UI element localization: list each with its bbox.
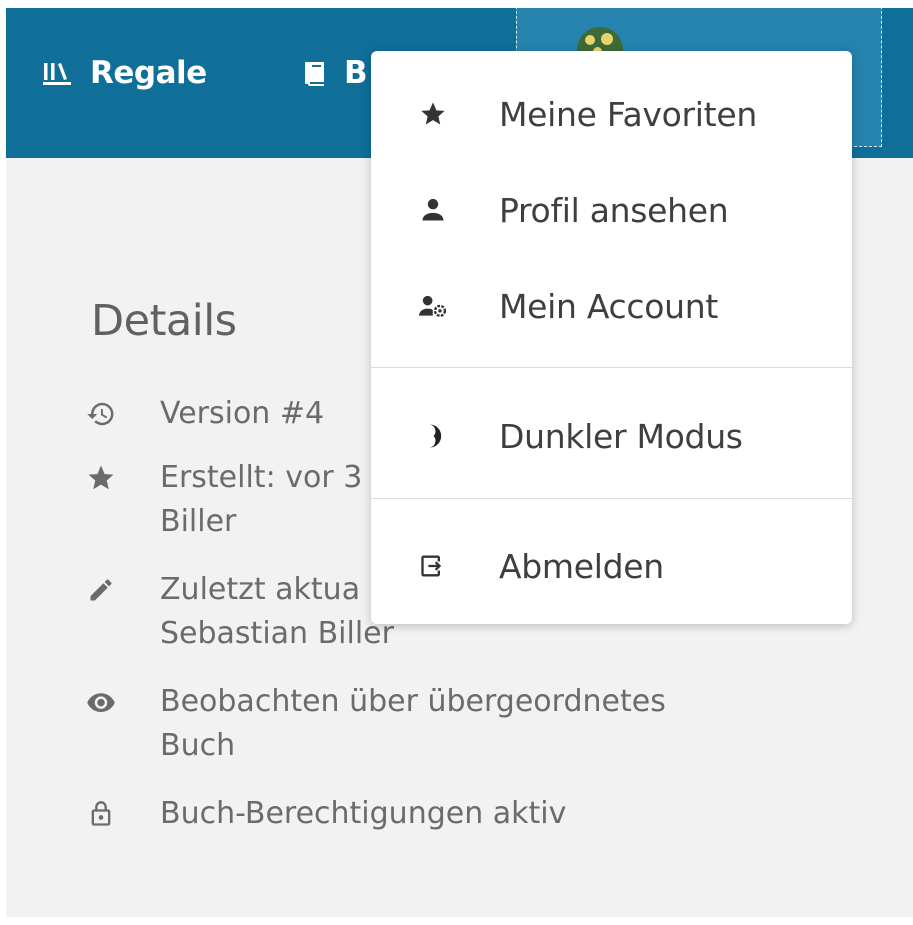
nav-books-link[interactable]: B bbox=[302, 55, 368, 91]
star-icon bbox=[417, 98, 449, 130]
menu-item-account-label: Mein Account bbox=[499, 286, 718, 326]
menu-item-logout-label: Abmelden bbox=[499, 546, 664, 586]
logout-icon bbox=[417, 550, 449, 582]
user-dropdown-menu: Meine Favoriten Profil ansehen Mein Acco… bbox=[371, 51, 852, 624]
detail-watch-text: Beobachten über übergeordnetes Buch bbox=[160, 684, 666, 763]
books-icon bbox=[302, 59, 330, 87]
menu-item-dark-mode-label: Dunkler Modus bbox=[499, 416, 743, 456]
nav-books-label: B bbox=[344, 55, 368, 91]
menu-item-favorites[interactable]: Meine Favoriten bbox=[371, 66, 852, 162]
eye-icon bbox=[84, 680, 118, 724]
detail-permissions[interactable]: Buch-Berechtigungen aktiv bbox=[84, 792, 734, 836]
half-moon-icon bbox=[417, 420, 449, 452]
menu-item-profile-label: Profil ansehen bbox=[499, 190, 729, 230]
menu-divider bbox=[371, 367, 852, 368]
detail-permissions-text: Buch-Berechtigungen aktiv bbox=[160, 796, 567, 831]
user-settings-icon bbox=[417, 290, 449, 322]
menu-divider bbox=[371, 498, 852, 499]
page: Regale B Details Version #4 Erstellt: vo… bbox=[6, 8, 913, 917]
details-title: Details bbox=[91, 296, 237, 346]
nav-shelves-label: Regale bbox=[90, 55, 207, 91]
lock-icon bbox=[84, 792, 118, 836]
pencil-icon bbox=[84, 568, 118, 612]
menu-item-profile[interactable]: Profil ansehen bbox=[371, 162, 852, 258]
shelves-icon bbox=[42, 59, 72, 87]
menu-item-logout[interactable]: Abmelden bbox=[371, 518, 852, 614]
detail-watch[interactable]: Beobachten über übergeordnetes Buch bbox=[84, 680, 734, 768]
nav-shelves-link[interactable]: Regale bbox=[42, 55, 207, 91]
star-icon bbox=[84, 456, 118, 500]
user-icon bbox=[417, 194, 449, 226]
menu-item-favorites-label: Meine Favoriten bbox=[499, 94, 757, 134]
menu-item-account[interactable]: Mein Account bbox=[371, 258, 852, 354]
menu-item-dark-mode[interactable]: Dunkler Modus bbox=[371, 388, 852, 484]
history-icon bbox=[84, 392, 118, 436]
